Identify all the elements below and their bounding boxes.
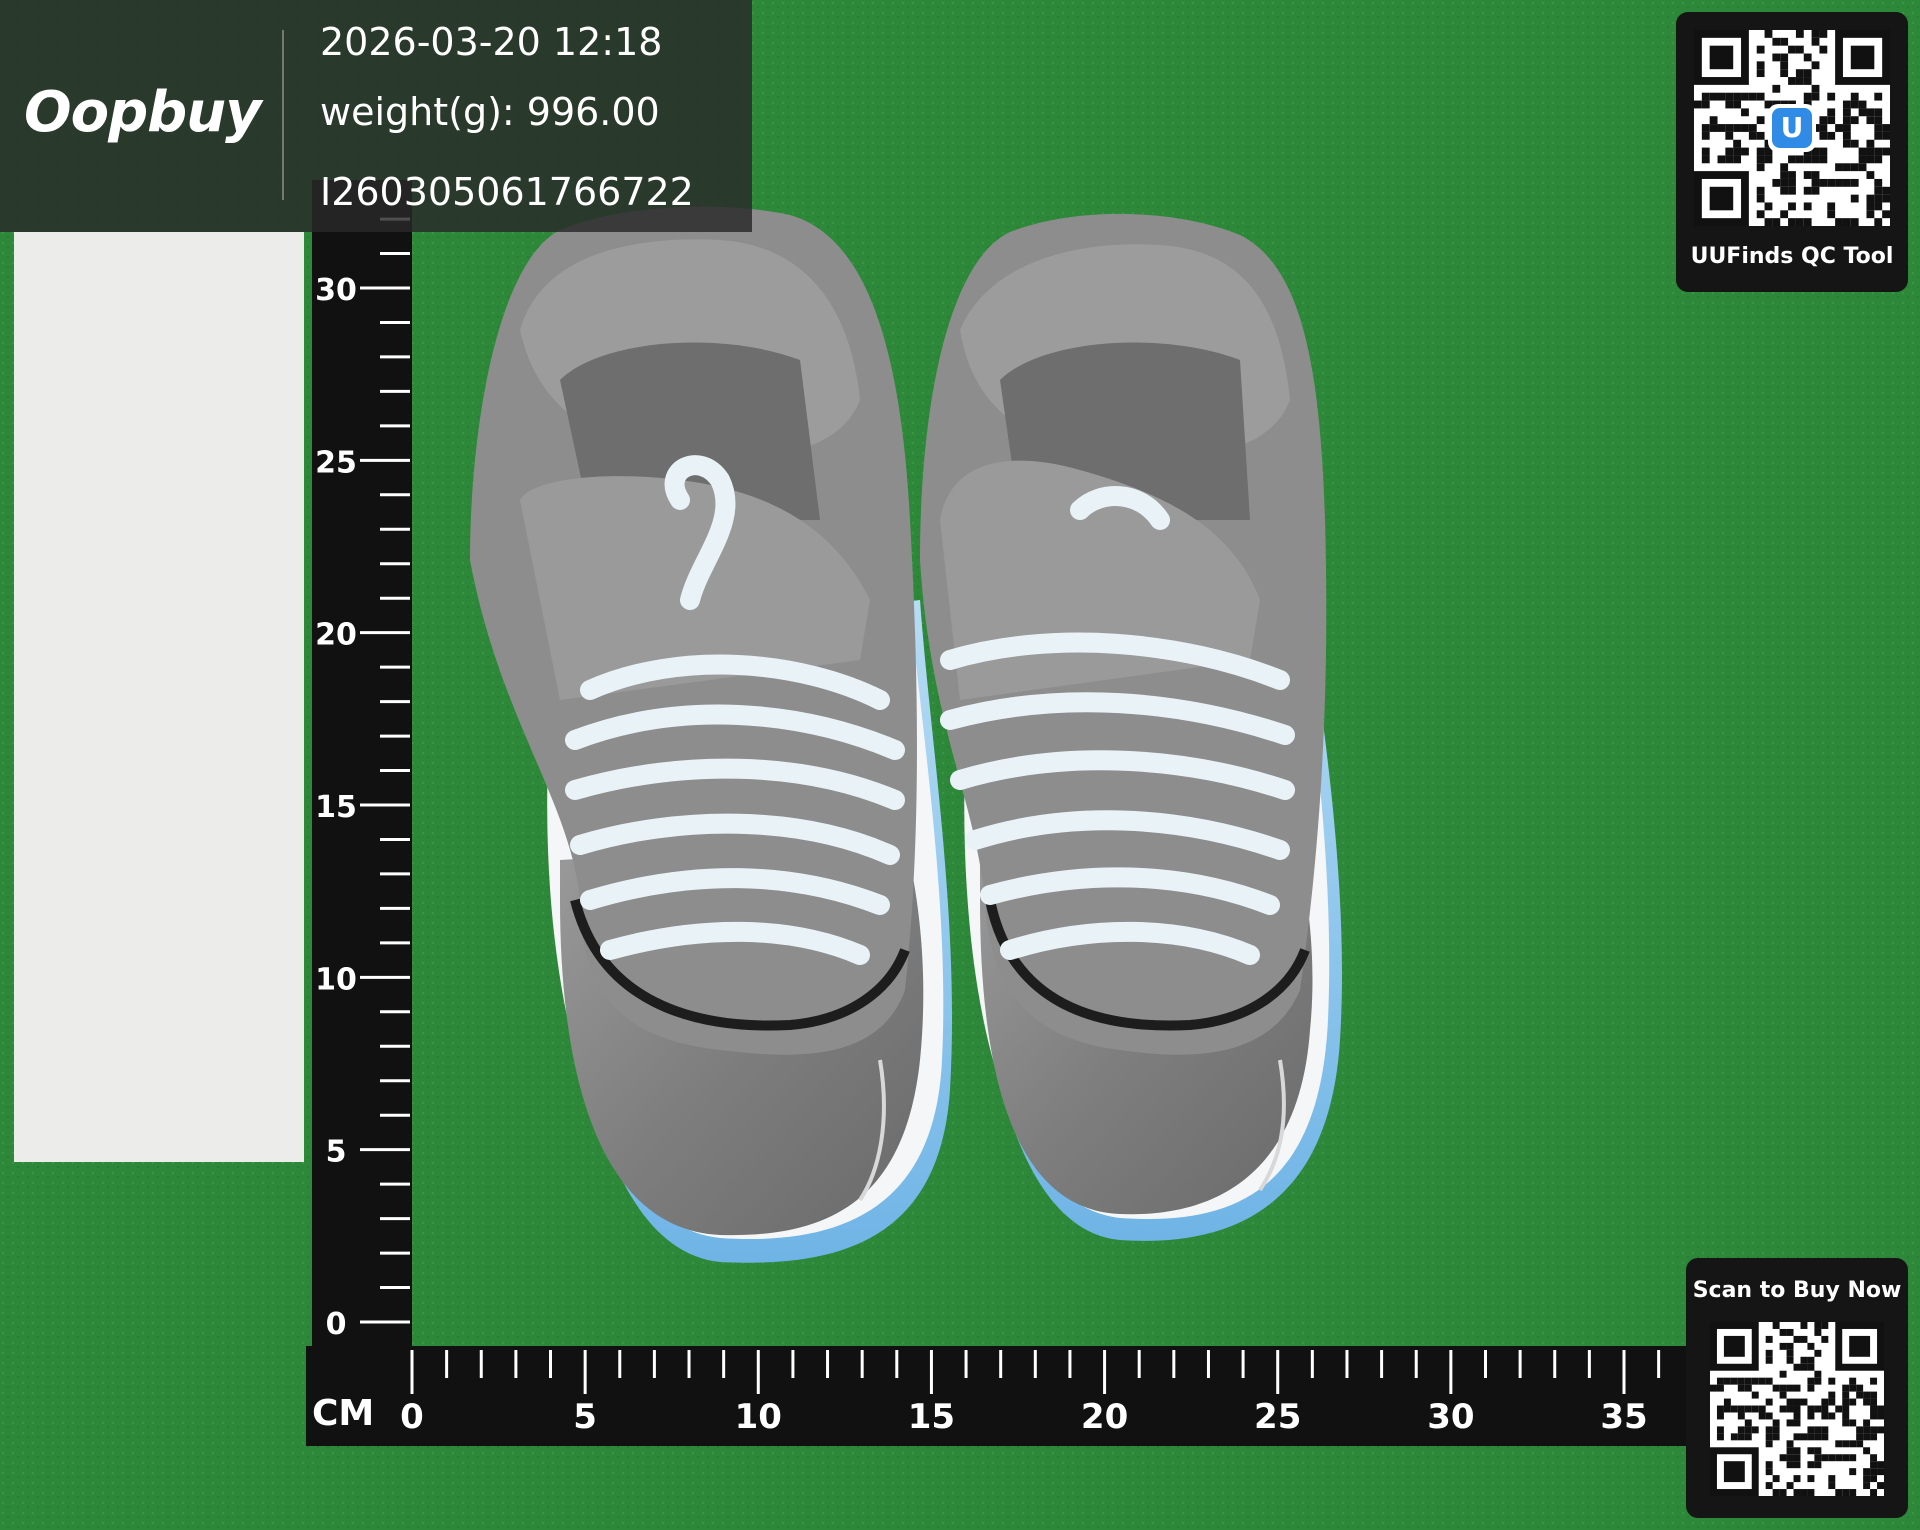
timestamp: 2026-03-20 12:18 [320,20,663,64]
uufinds-logo-icon: U [1768,104,1816,152]
item-id: I260305061766722 [320,170,694,214]
svg-text:CM: CM [312,1393,374,1434]
ruler-label-h: 10 [735,1397,782,1437]
ruler-label-h: 5 [573,1397,597,1437]
white-paper-strip [14,232,304,1162]
ruler-label-h: 25 [1254,1397,1301,1437]
weight-readout: weight(g): 996.00 [320,90,660,134]
qr-code-icon [1710,1322,1884,1496]
scan-to-buy-badge[interactable]: Scan to Buy Now [1686,1258,1908,1518]
vertical-ruler: 0 5 10 15 20 25 30 [312,180,412,1350]
ruler-label-h: 35 [1600,1397,1647,1437]
divider [282,30,284,200]
ruler-label-v: 20 [315,618,357,653]
ruler-label-v: 30 [315,273,357,308]
ruler-label-h: 30 [1427,1397,1474,1437]
ruler-label-v: 0 [326,1307,347,1342]
ruler-label-v: 15 [315,790,357,825]
scan-to-buy-label: Scan to Buy Now [1692,1278,1902,1303]
ruler-label-v: 25 [315,445,357,480]
qc-tool-badge[interactable]: U UUFinds QC Tool [1676,12,1908,292]
brand-logo: Oopbuy [24,80,262,145]
ruler-label-v: 10 [315,962,357,997]
ruler-label-h: 20 [1081,1397,1128,1437]
qc-info-panel: Oopbuy 2026-03-20 12:18 weight(g): 996.0… [0,0,752,232]
ruler-label-h: 15 [908,1397,955,1437]
horizontal-ruler: 0 5 10 15 20 25 30 35 CM [306,1346,1696,1446]
qr-code-icon: U [1694,30,1890,226]
qc-tool-label: UUFinds QC Tool [1690,244,1894,269]
ruler-label-h: 0 [400,1397,424,1437]
ruler-label-v: 5 [326,1135,347,1170]
